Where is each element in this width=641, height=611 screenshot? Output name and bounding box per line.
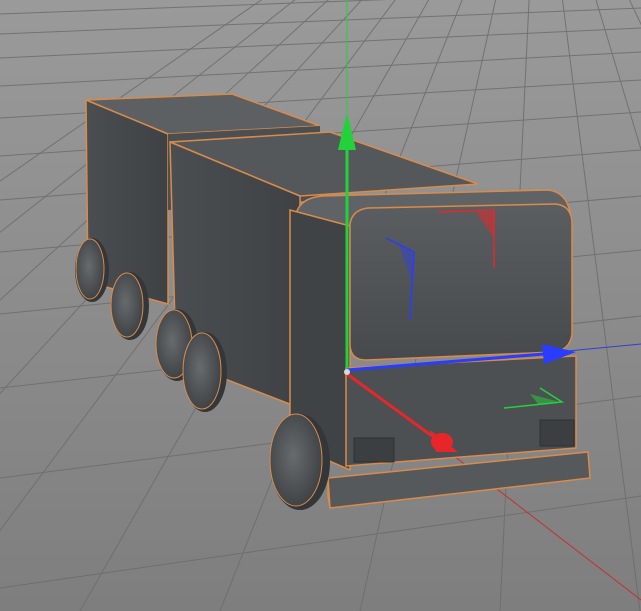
gizmo-center[interactable] <box>344 369 350 375</box>
3d-viewport[interactable] <box>0 0 641 611</box>
viewport-canvas[interactable] <box>0 0 641 611</box>
right-headlight <box>539 419 575 447</box>
front-wheel <box>269 413 330 510</box>
left-headlight <box>353 437 395 463</box>
